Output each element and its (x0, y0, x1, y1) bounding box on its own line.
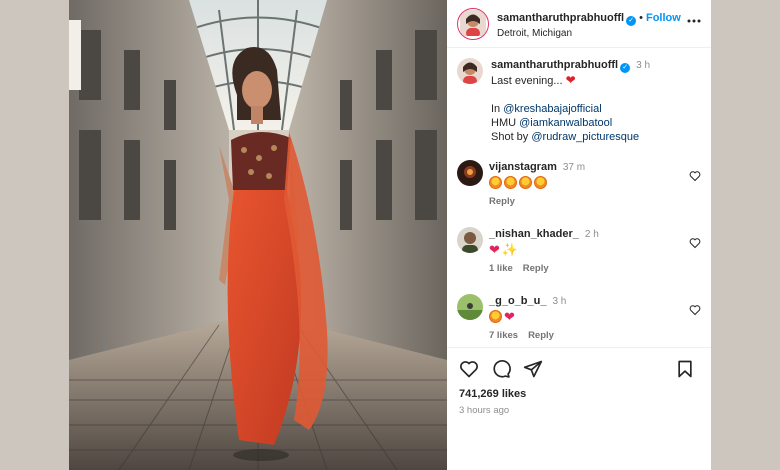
likes-count[interactable]: 741,269 likes (459, 388, 701, 400)
mention-link[interactable]: @iamkanwalbatool (519, 117, 612, 129)
comment-username[interactable]: _nishan_khader_ (489, 228, 579, 240)
reply-button[interactable]: Reply (489, 196, 515, 207)
action-icons (459, 358, 701, 380)
share-icon[interactable] (523, 359, 543, 379)
comment-body: vijanstagram 37 m Reply (489, 160, 585, 209)
fire-emoji-icon (534, 176, 547, 189)
comment-emojis (489, 176, 585, 189)
caption-username[interactable]: samantharuthprabhuoffl (491, 59, 618, 71)
comment-avatar[interactable] (457, 294, 483, 320)
comment-time: 37 m (562, 162, 586, 173)
heart-icon[interactable] (689, 304, 701, 316)
more-options-icon[interactable] (687, 14, 701, 28)
post-details-panel: samantharuthprabhuoffl ✓ • Follow Detroit, … (447, 0, 711, 470)
caption-in-prefix: In (491, 103, 504, 115)
post-location[interactable]: Detroit, Michigan (497, 28, 681, 40)
verified-icon: ✓ (620, 63, 631, 73)
caption-hmu-prefix: HMU (491, 117, 520, 129)
fire-emoji-icon (489, 310, 502, 323)
comment-time: 3 h (552, 296, 567, 307)
photo-image (69, 0, 447, 470)
comment-item: _nishan_khader_ 2 h ❤ ✨ 1 like Reply (457, 227, 701, 276)
comment-body: _g_o_b_u_ 3 h ❤ 7 likes Reply (489, 294, 566, 343)
post-timestamp[interactable]: 3 hours ago (459, 405, 701, 416)
caption-text: Last evening... (491, 75, 563, 87)
author-meta: samantharuthprabhuoffl ✓ • Follow Detroit, … (497, 7, 681, 40)
caption-avatar[interactable] (457, 58, 483, 84)
heart-icon[interactable] (689, 170, 701, 182)
fire-emoji-icon (519, 176, 532, 189)
author-avatar[interactable] (457, 7, 489, 40)
reply-button[interactable]: Reply (528, 330, 554, 341)
comment-avatar[interactable] (457, 160, 483, 186)
heart-icon[interactable] (689, 237, 701, 249)
bookmark-icon[interactable] (675, 359, 695, 379)
comment-icon[interactable] (491, 359, 511, 379)
post-actions: 741,269 likes 3 hours ago (447, 347, 711, 416)
author-username[interactable]: samantharuthprabhuoffl (497, 12, 624, 24)
post-header: samantharuthprabhuoffl ✓ • Follow Detroit, … (447, 0, 711, 48)
fire-emoji-icon (489, 176, 502, 189)
caption-body: samantharuthprabhuoffl ✓ 3 h Last evening.… (491, 58, 650, 144)
post-caption: samantharuthprabhuoffl ✓ 3 h Last evening.… (447, 48, 711, 144)
heart-emoji-icon: ❤ (489, 242, 500, 257)
comment-likes[interactable]: 1 like (489, 263, 513, 274)
mention-link[interactable]: @kreshabajajofficial (503, 103, 601, 115)
verified-icon: ✓ (626, 15, 637, 26)
separator-dot: • (639, 11, 643, 24)
fire-emoji-icon (504, 176, 517, 189)
comment-emojis: ❤ ✨ (489, 243, 599, 256)
reply-button[interactable]: Reply (523, 263, 549, 274)
caption-shot-prefix: Shot by (491, 131, 532, 143)
comment-emojis: ❤ (489, 310, 566, 323)
follow-button[interactable]: Follow (646, 12, 681, 24)
comment-item: _g_o_b_u_ 3 h ❤ 7 likes Reply (457, 294, 701, 343)
mention-link[interactable]: @rudraw_picturesque (531, 131, 639, 143)
post-photo[interactable] (69, 0, 447, 470)
comment-username[interactable]: vijanstagram (489, 161, 557, 173)
comment-item: vijanstagram 37 m Reply (457, 160, 701, 209)
heart-emoji: ❤ (565, 73, 576, 87)
comment-avatar[interactable] (457, 227, 483, 253)
comment-likes[interactable]: 7 likes (489, 330, 518, 341)
heart-emoji-icon: ❤ (504, 309, 515, 324)
comment-body: _nishan_khader_ 2 h ❤ ✨ 1 like Reply (489, 227, 599, 276)
comment-username[interactable]: _g_o_b_u_ (489, 295, 546, 307)
comment-time: 2 h (584, 229, 599, 240)
sparkle-emoji-icon: ✨ (501, 242, 519, 257)
caption-time: 3 h (636, 60, 651, 71)
heart-icon[interactable] (459, 359, 479, 379)
